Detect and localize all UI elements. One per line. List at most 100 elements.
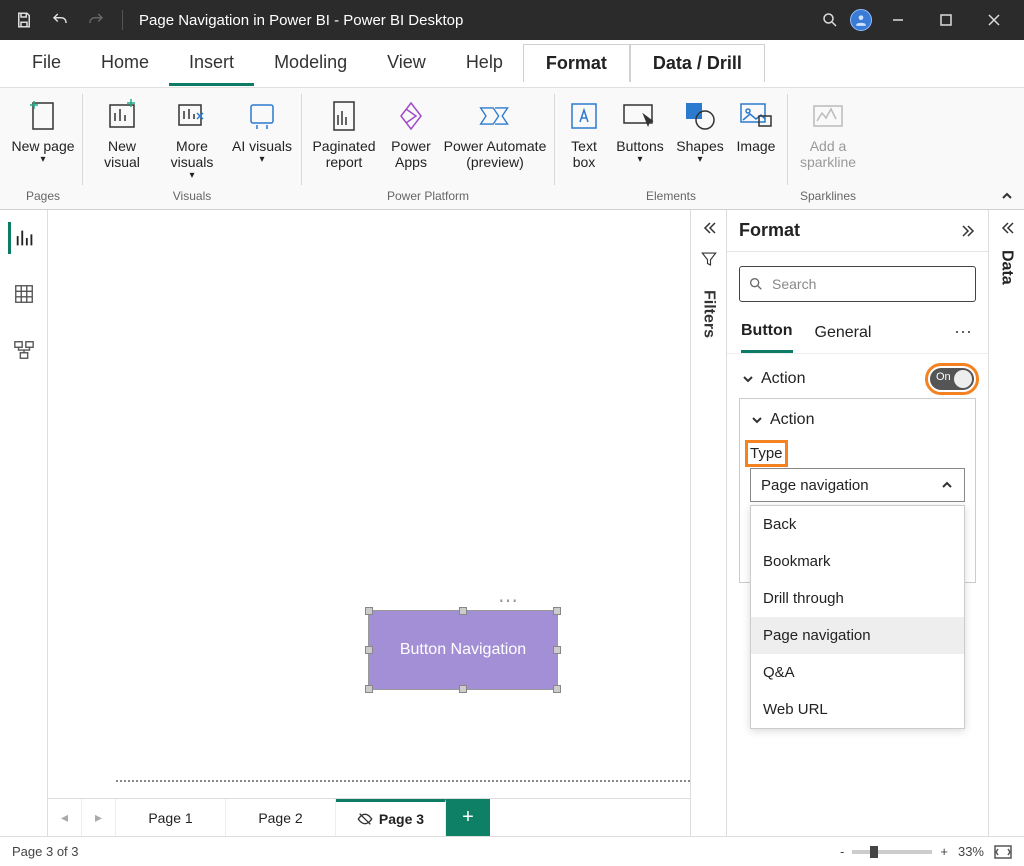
window-title: Page Navigation in Power BI - Power BI D… bbox=[139, 12, 463, 29]
page-tabs: ◂ ▸ Page 1 Page 2 Page 3 + bbox=[48, 798, 690, 836]
chevron-down-icon[interactable] bbox=[741, 372, 755, 386]
text-box-icon bbox=[566, 98, 602, 134]
save-icon[interactable] bbox=[8, 4, 40, 36]
format-tab-general[interactable]: General bbox=[815, 314, 872, 352]
left-view-rail bbox=[0, 210, 48, 836]
image-icon bbox=[738, 98, 774, 134]
ribbon-insert: New page ▾ Pages New visual More visuals… bbox=[0, 88, 1024, 210]
minimize-button[interactable] bbox=[876, 0, 920, 40]
format-pane: Format Search Button General ⋯ Action On bbox=[726, 210, 988, 836]
buttons-icon bbox=[622, 98, 658, 134]
maximize-button[interactable] bbox=[924, 0, 968, 40]
filter-icon bbox=[700, 250, 718, 268]
undo-icon[interactable] bbox=[44, 4, 76, 36]
tab-format[interactable]: Format bbox=[523, 44, 630, 82]
data-view-icon[interactable] bbox=[8, 278, 40, 310]
data-pane-collapsed[interactable]: Data bbox=[988, 210, 1024, 836]
group-pages: Pages bbox=[26, 187, 60, 207]
page-tab-2[interactable]: Page 2 bbox=[226, 799, 336, 836]
power-automate-icon bbox=[477, 98, 513, 134]
filters-pane-collapsed[interactable]: Filters bbox=[690, 210, 726, 836]
close-button[interactable] bbox=[972, 0, 1016, 40]
format-tab-button[interactable]: Button bbox=[741, 312, 793, 353]
type-option-qa[interactable]: Q&A bbox=[751, 654, 964, 691]
format-search-input[interactable]: Search bbox=[739, 266, 976, 302]
button-visual-text: Button Navigation bbox=[400, 641, 526, 659]
collapse-ribbon-icon[interactable] bbox=[1000, 189, 1014, 203]
status-page-indicator: Page 3 of 3 bbox=[12, 844, 79, 859]
page-tab-3[interactable]: Page 3 bbox=[336, 799, 446, 836]
zoom-out-button[interactable]: - bbox=[840, 844, 844, 859]
report-view-icon[interactable] bbox=[8, 222, 40, 254]
shapes-button[interactable]: Shapes ▾ bbox=[671, 92, 729, 168]
type-dropdown[interactable]: Page navigation bbox=[750, 468, 965, 502]
section-action-title[interactable]: Action bbox=[761, 370, 924, 388]
tab-data-drill[interactable]: Data / Drill bbox=[630, 44, 765, 82]
ai-visuals-button[interactable]: AI visuals ▾ bbox=[227, 92, 297, 168]
type-dropdown-value: Page navigation bbox=[761, 477, 869, 494]
add-page-button[interactable]: + bbox=[446, 799, 490, 836]
paginated-report-button[interactable]: Paginated report bbox=[306, 92, 382, 172]
chevron-down-icon[interactable] bbox=[750, 413, 764, 427]
zoom-in-button[interactable]: + bbox=[940, 844, 948, 859]
type-option-page-navigation[interactable]: Page navigation bbox=[751, 617, 964, 654]
group-visuals: Visuals bbox=[173, 187, 211, 207]
tab-home[interactable]: Home bbox=[81, 42, 169, 86]
format-tab-more-icon[interactable]: ⋯ bbox=[954, 322, 974, 343]
new-page-icon bbox=[25, 98, 61, 134]
tab-modeling[interactable]: Modeling bbox=[254, 42, 367, 86]
type-option-bookmark[interactable]: Bookmark bbox=[751, 543, 964, 580]
report-canvas[interactable]: ⋯ Button Navigation bbox=[48, 210, 690, 798]
tab-view[interactable]: View bbox=[367, 42, 446, 86]
more-visuals-icon bbox=[174, 98, 210, 134]
power-automate-button[interactable]: Power Automate(preview) bbox=[440, 92, 550, 172]
fit-to-page-icon[interactable] bbox=[994, 845, 1012, 859]
titlebar-divider bbox=[122, 10, 123, 30]
search-icon[interactable] bbox=[814, 4, 846, 36]
power-apps-button[interactable]: Power Apps bbox=[382, 92, 440, 172]
new-visual-button[interactable]: New visual bbox=[87, 92, 157, 172]
model-view-icon[interactable] bbox=[8, 334, 40, 366]
status-bar: Page 3 of 3 - + 33% bbox=[0, 836, 1024, 866]
canvas-page-divider bbox=[116, 780, 690, 782]
expand-data-icon[interactable] bbox=[999, 220, 1015, 236]
tab-file[interactable]: File bbox=[12, 42, 81, 86]
filters-label: Filters bbox=[700, 290, 718, 338]
group-sparklines: Sparklines bbox=[800, 187, 856, 207]
search-placeholder: Search bbox=[772, 276, 816, 292]
type-option-web-url[interactable]: Web URL bbox=[751, 691, 964, 728]
zoom-percent: 33% bbox=[958, 844, 984, 859]
action-toggle[interactable]: On bbox=[930, 368, 974, 390]
tab-insert[interactable]: Insert bbox=[169, 42, 254, 86]
more-visuals-button[interactable]: More visuals ▾ bbox=[157, 92, 227, 184]
data-label: Data bbox=[998, 250, 1016, 285]
action-card: Action Type Page navigation Back Bookmar… bbox=[739, 398, 976, 583]
type-option-back[interactable]: Back bbox=[751, 506, 964, 543]
redo-icon bbox=[80, 4, 112, 36]
user-avatar[interactable] bbox=[850, 9, 872, 31]
chevron-up-icon bbox=[940, 478, 954, 492]
menu-tabs: File Home Insert Modeling View Help Form… bbox=[0, 40, 1024, 88]
group-elements: Elements bbox=[646, 187, 696, 207]
type-label: Type bbox=[750, 445, 783, 462]
format-pane-title: Format bbox=[739, 220, 960, 241]
sparkline-icon bbox=[810, 98, 846, 134]
expand-filters-icon[interactable] bbox=[701, 220, 717, 236]
title-bar: Page Navigation in Power BI - Power BI D… bbox=[0, 0, 1024, 40]
tab-help[interactable]: Help bbox=[446, 42, 523, 86]
shapes-icon bbox=[682, 98, 718, 134]
page-tab-1[interactable]: Page 1 bbox=[116, 799, 226, 836]
collapse-format-icon[interactable] bbox=[960, 223, 976, 239]
inner-action-title[interactable]: Action bbox=[770, 411, 814, 429]
image-button[interactable]: Image bbox=[729, 92, 783, 156]
group-power-platform: Power Platform bbox=[387, 187, 469, 207]
text-box-button[interactable]: Text box bbox=[559, 92, 609, 172]
ai-visuals-icon bbox=[244, 98, 280, 134]
zoom-slider[interactable] bbox=[852, 850, 932, 854]
new-page-button[interactable]: New page ▾ bbox=[8, 92, 78, 168]
button-visual[interactable]: Button Navigation bbox=[368, 610, 558, 690]
next-page-button[interactable]: ▸ bbox=[82, 799, 116, 836]
type-option-drill-through[interactable]: Drill through bbox=[751, 580, 964, 617]
prev-page-button[interactable]: ◂ bbox=[48, 799, 82, 836]
buttons-button[interactable]: Buttons ▾ bbox=[609, 92, 671, 168]
